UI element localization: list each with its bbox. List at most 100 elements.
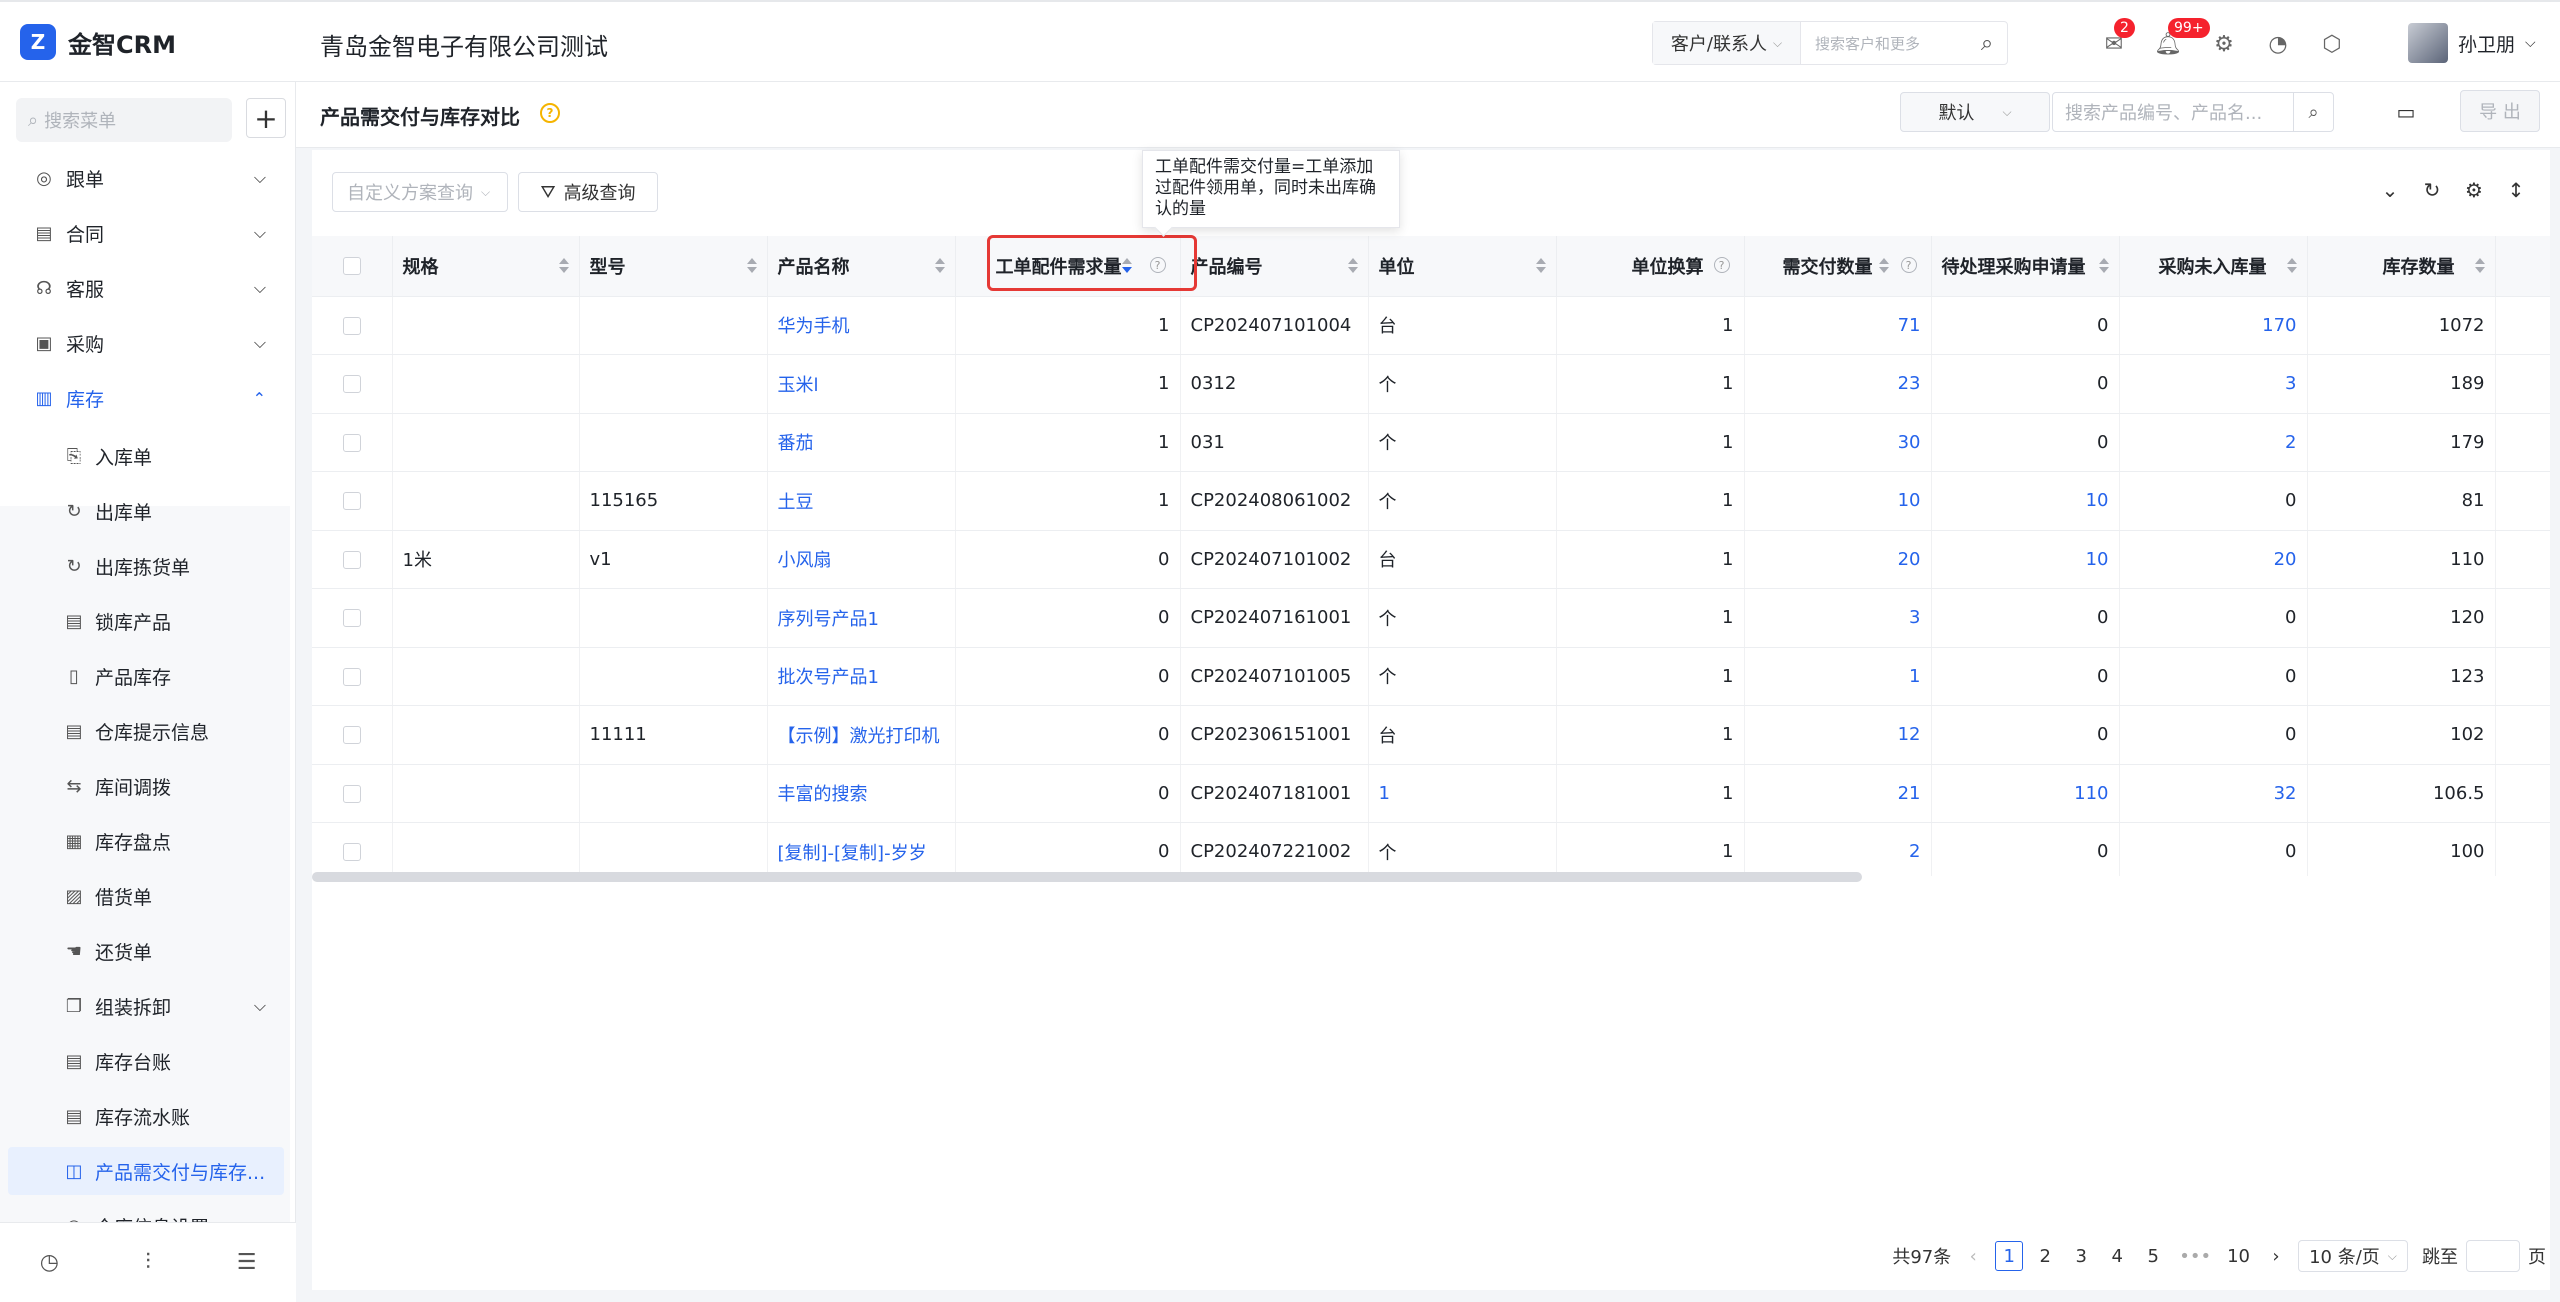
add-button[interactable]: + (246, 98, 286, 138)
sidebar-subitem-journal[interactable]: ▤ 库存流水账 (8, 1092, 284, 1140)
row-checkbox[interactable] (342, 726, 361, 745)
row-checkbox[interactable] (342, 433, 361, 452)
sort-icon[interactable] (2474, 258, 2485, 274)
cell-link[interactable]: 3 (2285, 373, 2296, 394)
horizontal-scrollbar[interactable] (312, 872, 1862, 882)
notification-button[interactable]: 🔔︎ 99+ (2152, 18, 2210, 60)
sidebar-subitem-ledger[interactable]: ▤ 库存台账 (8, 1037, 284, 1085)
product-search-input[interactable]: 搜索产品编号、产品名... (2053, 99, 2293, 125)
search-icon[interactable]: ⌕ (2293, 93, 2333, 131)
cell-link[interactable]: 2 (2285, 432, 2296, 453)
table-row[interactable]: 115165 土豆 1 CP202408061002 个 1 10 10 0 81 (312, 471, 2550, 531)
table-row[interactable]: 序列号产品1 0 CP202407161001 个 1 3 0 0 120 (312, 588, 2550, 648)
sidebar-subitem-picking[interactable]: ↻ 出库拣货单 (8, 542, 284, 590)
select-all-checkbox[interactable] (342, 257, 361, 276)
cell-link[interactable]: 批次号产品1 (778, 667, 879, 688)
page-1[interactable]: 1 (1995, 1241, 2024, 1271)
sort-icon[interactable] (1878, 258, 1889, 274)
col-header-pending-request[interactable]: 待处理采购申请量 (1931, 236, 2120, 297)
sidebar-subitem-assembly[interactable]: ❐ 组装拆卸 ⌵ (8, 982, 284, 1030)
sidebar-subitem-warehouse-tips[interactable]: ▤ 仓库提示信息 (8, 707, 284, 755)
sliders-icon[interactable]: ⫶ (128, 1250, 168, 1275)
sort-icon[interactable] (2286, 258, 2297, 274)
refresh-icon[interactable]: ↻ (2422, 178, 2442, 202)
col-header-stock-qty[interactable]: 库存数量 (2307, 236, 2496, 297)
col-header-product-code[interactable]: 产品编号 (1180, 236, 1369, 297)
cell-link[interactable]: 32 (2274, 783, 2297, 804)
next-page-icon[interactable]: › (2262, 1241, 2290, 1271)
cell-link[interactable]: 20 (1898, 549, 1921, 570)
cell-link[interactable]: 番茄 (778, 433, 814, 454)
sort-icon[interactable] (558, 258, 569, 274)
question-icon[interactable]: ? (1713, 257, 1730, 273)
cell-link[interactable]: 30 (1898, 432, 1921, 453)
export-button[interactable]: 导 出 (2460, 90, 2540, 132)
help-icon[interactable]: ? (540, 103, 560, 123)
collapse-all-icon[interactable]: ⌄ (2380, 178, 2400, 202)
chart-pie-icon[interactable]: ◔ (2262, 28, 2294, 60)
row-checkbox[interactable] (342, 375, 361, 394)
cell-link[interactable]: 20 (2274, 549, 2297, 570)
sidebar-subitem-transfer[interactable]: ⇆ 库间调拨 (8, 762, 284, 810)
sidebar-subitem-stocktake[interactable]: ▦ 库存盘点 (8, 817, 284, 865)
col-header-spec[interactable]: 规格 (392, 236, 580, 297)
sort-icon[interactable] (934, 258, 945, 274)
jump-page-input[interactable] (2466, 1240, 2520, 1272)
sidebar-subitem-delivery-compare[interactable]: ◫ 产品需交付与库存... (8, 1147, 284, 1195)
table-row[interactable]: 华为手机 1 CP202407101004 台 1 71 0 170 1072 (312, 296, 2550, 355)
cell-link[interactable]: 10 (1898, 490, 1921, 511)
cell-link[interactable]: 10 (2086, 490, 2109, 511)
cell-link[interactable]: 序列号产品1 (778, 609, 879, 630)
table-row[interactable]: [复制]-[复制]-岁岁 0 CP202407221002 个 1 2 0 0 100 (312, 822, 2550, 876)
row-checkbox[interactable] (342, 667, 361, 686)
table-row[interactable]: 番茄 1 031 个 1 30 0 2 179 (312, 413, 2550, 472)
cell-link[interactable]: [复制]-[复制]-岁岁 (778, 843, 927, 864)
collapse-menu-icon[interactable]: ☰ (227, 1250, 267, 1275)
table-row[interactable]: 11111 【示例】激光打印机 0 CP202306151001 台 1 12 0 0 102 (312, 705, 2550, 765)
col-header-unit-conversion[interactable]: 单位换算? (1556, 236, 1745, 297)
sidebar-item-follow[interactable]: ◎ 跟单 ⌵ (8, 154, 284, 202)
question-icon[interactable]: ? (1900, 257, 1917, 273)
cell-link[interactable]: 12 (1898, 724, 1921, 745)
col-header-unstocked-purchase[interactable]: 采购未入库量 (2119, 236, 2308, 297)
cell-link[interactable]: 1 (1909, 666, 1920, 687)
cell-link[interactable]: 小风扇 (778, 550, 832, 571)
col-header-product-name[interactable]: 产品名称 (767, 236, 956, 297)
question-icon[interactable]: ? (1149, 257, 1166, 273)
cell-link[interactable]: 土豆 (778, 492, 814, 513)
page-size-select[interactable]: 10 条/页 ⌵ (2298, 1240, 2408, 1272)
sidebar-item-contract[interactable]: ▤ 合同 ⌵ (8, 209, 284, 257)
row-checkbox[interactable] (342, 550, 361, 569)
page-4[interactable]: 4 (2103, 1241, 2131, 1271)
scheme-select[interactable]: 自定义方案查询 ⌵ (332, 172, 508, 212)
cell-link[interactable]: 170 (2262, 315, 2296, 336)
table-row[interactable]: 1米 v1 小风扇 0 CP202407101002 台 1 20 10 20 110 (312, 530, 2550, 589)
settings-icon[interactable]: ⚙ (2208, 28, 2240, 60)
col-header-part-demand[interactable]: 工单配件需求量? (955, 236, 1181, 297)
sidebar-subitem-warehouse-settings[interactable]: ◎ 仓库信息设置 (8, 1202, 284, 1223)
cell-link[interactable]: 玉米l (778, 375, 819, 396)
cell-link[interactable]: 2 (1909, 841, 1920, 862)
cell-link[interactable]: 【示例】激光打印机 (778, 726, 940, 747)
table-row[interactable]: 批次号产品1 0 CP202407101005 个 1 1 0 0 123 (312, 647, 2550, 706)
cube-icon[interactable]: ⬡ (2316, 28, 2348, 60)
sidebar-subitem-borrow[interactable]: ▨ 借货单 (8, 872, 284, 920)
cell-link[interactable]: 110 (2074, 783, 2108, 804)
message-button[interactable]: ✉ 2 (2098, 18, 2135, 60)
search-type-select[interactable]: 客户/联系人 ⌵ (1653, 22, 1801, 64)
sidebar-item-inventory[interactable]: ▥ 库存 ⌃ (8, 374, 284, 422)
sidebar-subitem-outbound[interactable]: ↻ 出库单 (8, 487, 284, 535)
row-checkbox[interactable] (342, 492, 361, 511)
prev-page-icon[interactable]: ‹ (1959, 1241, 1987, 1271)
cell-link[interactable]: 3 (1909, 607, 1920, 628)
cell-link[interactable]: 华为手机 (778, 316, 850, 337)
sidebar-subitem-inbound[interactable]: ⎘ 入库单 (8, 432, 284, 480)
settings-icon[interactable]: ⚙ (2464, 178, 2484, 202)
col-header-deliver-qty[interactable]: 需交付数量? (1744, 236, 1932, 297)
user-menu[interactable]: 孙卫朋 ⌵ (2408, 23, 2536, 63)
cell-link[interactable]: 10 (2086, 549, 2109, 570)
history-icon[interactable]: ◷ (29, 1250, 69, 1275)
cell-link[interactable]: 23 (1898, 373, 1921, 394)
row-checkbox[interactable] (342, 843, 361, 862)
app-logo[interactable]: Z 金智CRM (20, 24, 176, 60)
